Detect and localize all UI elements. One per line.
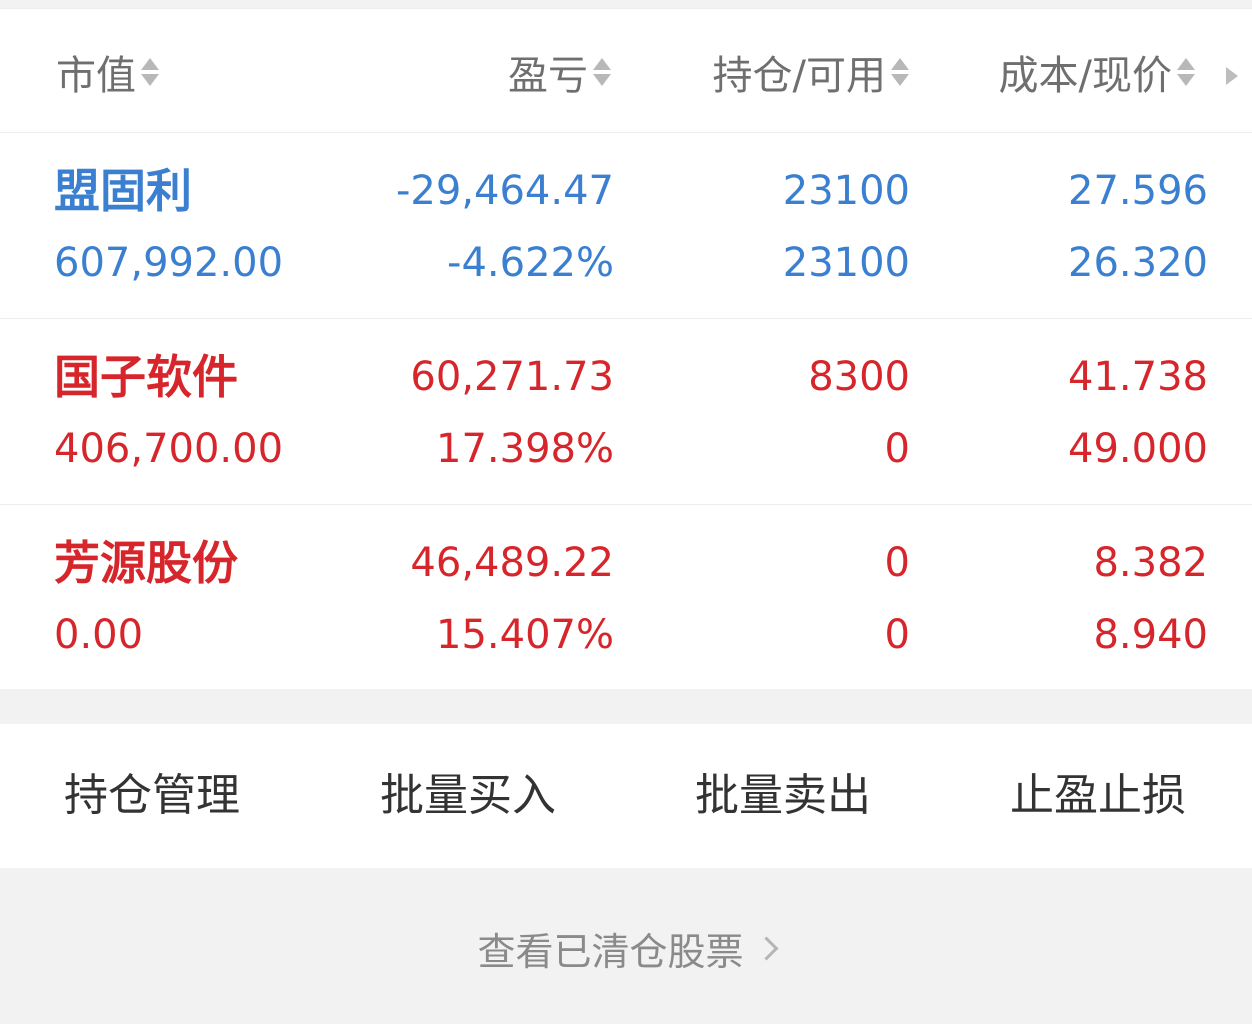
chevron-right-icon <box>753 935 779 961</box>
price: 8.940 <box>1093 612 1208 658</box>
market-value: 406,700.00 <box>54 426 284 472</box>
stock-name: 芳源股份 <box>54 536 238 590</box>
table-row[interactable]: 芳源股份 0.00 46,489.22 15.407% 0 0 8.382 8.… <box>0 505 1252 690</box>
table-header: 市值 盈亏 持仓/可用 成本/现价 <box>0 9 1252 133</box>
table-row[interactable]: 盟固利 607,992.00 -29,464.47 -4.622% 23100 … <box>0 133 1252 319</box>
header-cost-price[interactable]: 成本/现价 <box>999 47 1196 99</box>
price: 26.320 <box>1068 240 1208 286</box>
sort-icon <box>592 58 612 86</box>
view-cleared-stocks-label: 查看已清仓股票 <box>477 929 744 974</box>
batch-sell-button[interactable]: 批量卖出 <box>695 768 871 824</box>
holdings-panel: 市值 盈亏 持仓/可用 成本/现价 盟固利 607,992.00 -29,464… <box>0 8 1252 689</box>
profit-loss-pct: 15.407% <box>436 612 614 658</box>
available: 0 <box>884 612 910 658</box>
header-cost-price-label: 成本/现价 <box>998 53 1172 99</box>
cost: 8.382 <box>1093 540 1208 586</box>
position: 23100 <box>782 168 910 214</box>
view-cleared-stocks-link[interactable]: 查看已清仓股票 <box>0 918 1252 978</box>
sort-icon <box>1176 58 1196 86</box>
header-profit-loss-label: 盈亏 <box>508 53 588 99</box>
profit-loss: -29,464.47 <box>395 168 614 214</box>
available: 0 <box>884 426 910 472</box>
header-market-value[interactable]: 市值 <box>56 47 160 99</box>
stock-name: 盟固利 <box>54 164 192 218</box>
header-profit-loss[interactable]: 盈亏 <box>508 47 612 99</box>
position: 8300 <box>808 354 910 400</box>
market-value: 0.00 <box>54 612 144 658</box>
batch-buy-button[interactable]: 批量买入 <box>380 768 556 824</box>
profit-loss-pct: -4.622% <box>447 240 614 286</box>
cost: 27.596 <box>1068 168 1208 214</box>
market-value: 607,992.00 <box>54 240 284 286</box>
position: 0 <box>884 540 910 586</box>
header-position-available[interactable]: 持仓/可用 <box>713 47 910 99</box>
profit-loss-pct: 17.398% <box>436 426 614 472</box>
action-bar: 持仓管理 批量买入 批量卖出 止盈止损 <box>0 724 1252 868</box>
cost: 41.738 <box>1068 354 1208 400</box>
header-market-value-label: 市值 <box>56 53 136 99</box>
available: 23100 <box>782 240 910 286</box>
position-management-button[interactable]: 持仓管理 <box>64 768 240 824</box>
holdings-page: 市值 盈亏 持仓/可用 成本/现价 盟固利 607,992.00 -29,464… <box>0 0 1252 1024</box>
profit-loss: 46,489.22 <box>410 540 614 586</box>
header-position-available-label: 持仓/可用 <box>712 53 886 99</box>
table-row[interactable]: 国子软件 406,700.00 60,271.73 17.398% 8300 0… <box>0 319 1252 505</box>
stock-name: 国子软件 <box>54 350 238 404</box>
sort-icon <box>140 58 160 86</box>
profit-loss: 60,271.73 <box>410 354 614 400</box>
stop-profit-loss-button[interactable]: 止盈止损 <box>1010 768 1186 824</box>
triangle-right-icon[interactable] <box>1226 67 1238 85</box>
sort-icon <box>890 58 910 86</box>
price: 49.000 <box>1068 426 1208 472</box>
